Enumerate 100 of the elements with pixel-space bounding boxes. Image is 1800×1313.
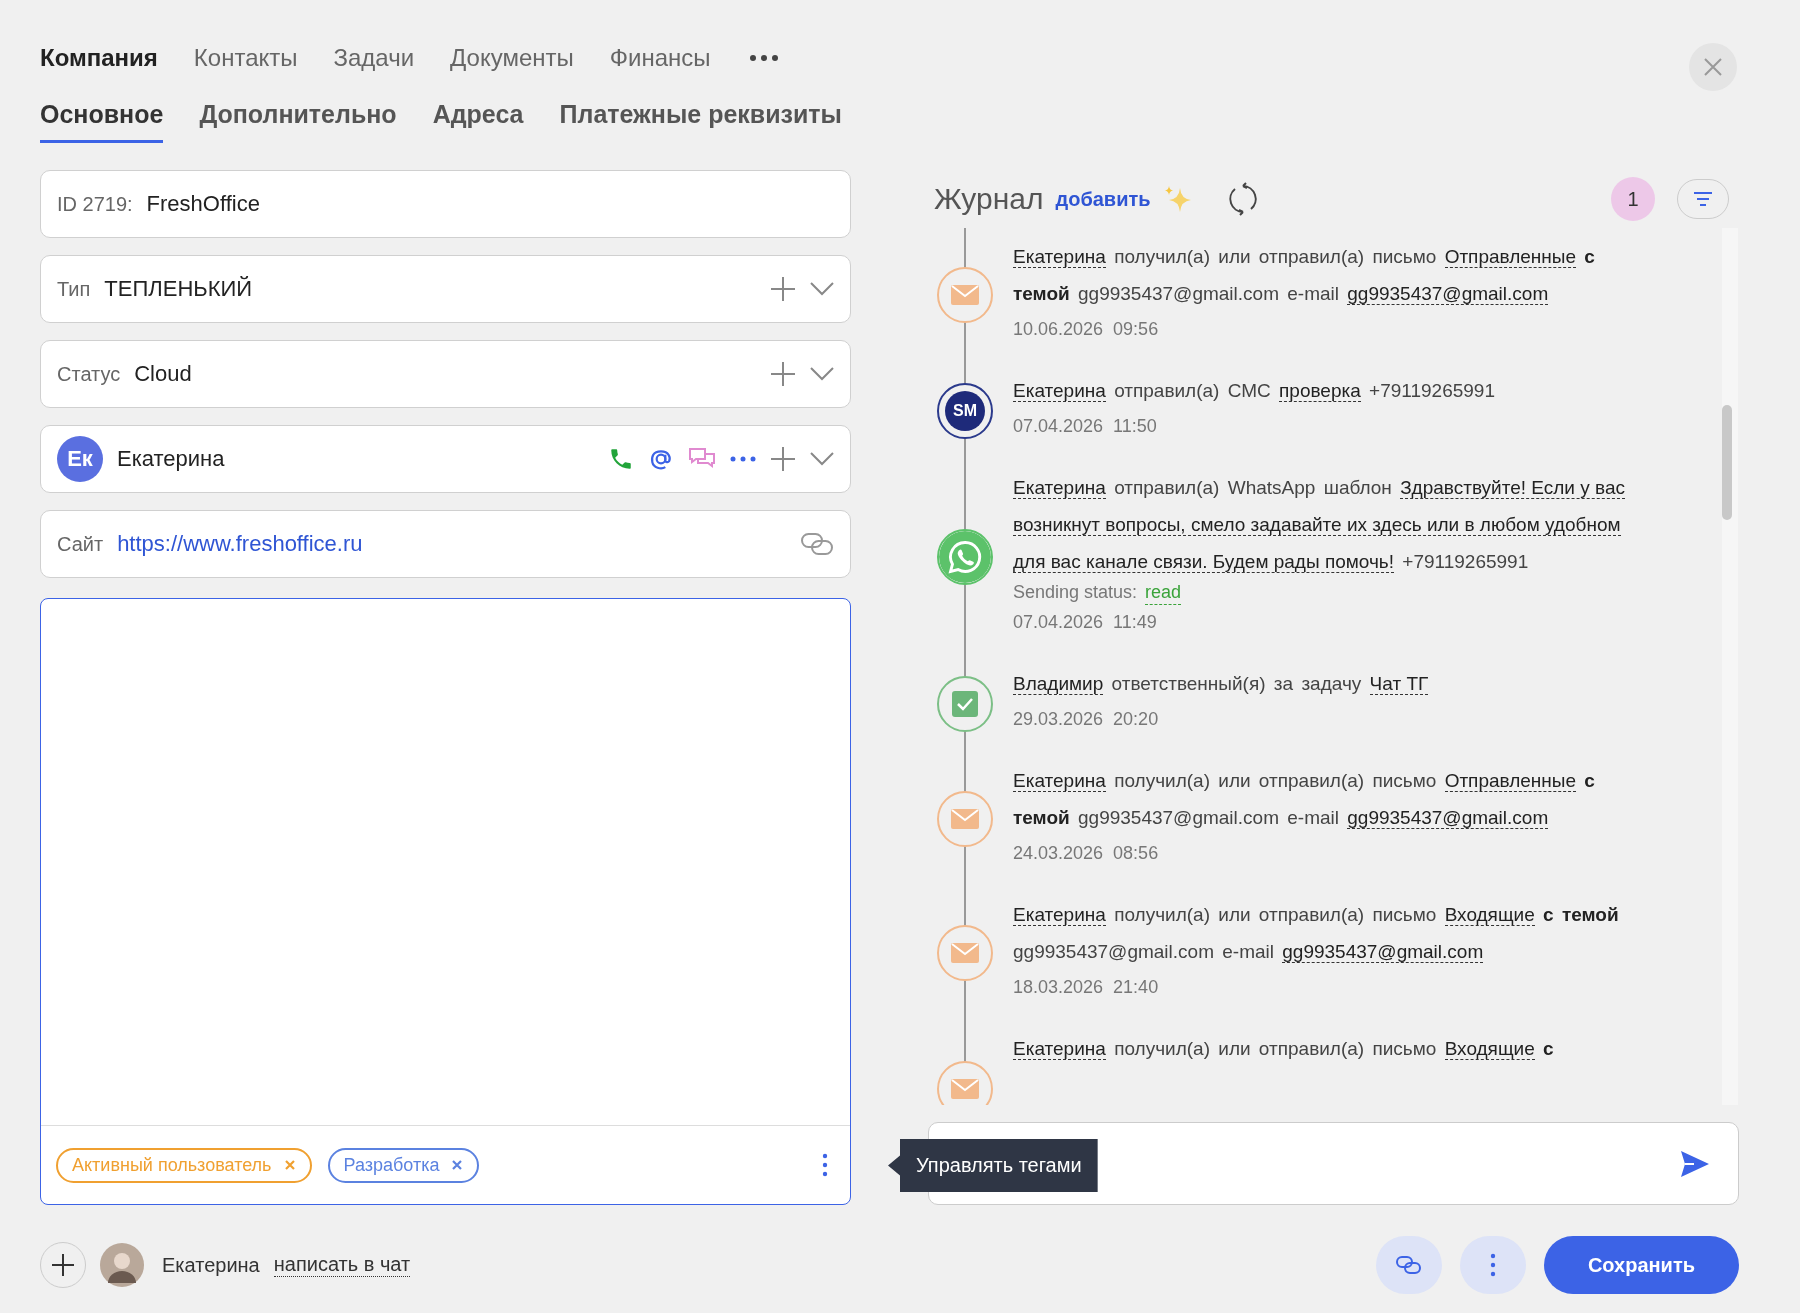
entry-time: 09:56 bbox=[1113, 318, 1159, 341]
field-label: Статус bbox=[57, 362, 121, 386]
entry-link[interactable]: gg9935437@gmail.com bbox=[1347, 807, 1549, 829]
field-value: FreshOffice bbox=[146, 191, 260, 217]
tag[interactable]: Разработка bbox=[327, 1147, 480, 1183]
close-button[interactable] bbox=[1689, 43, 1737, 91]
notes-box[interactable]: Активный пользователь Разработка bbox=[40, 598, 851, 1205]
close-icon bbox=[1702, 56, 1724, 78]
entry-text: Екатерина получил(а) или отправил(а) письмо Отправленные с темой gg9935437@gmail.com e-mail gg9935437@gmail.com bbox=[1013, 769, 1596, 831]
close-icon[interactable] bbox=[283, 1159, 296, 1171]
chevron-down-icon[interactable] bbox=[810, 282, 834, 296]
save-button[interactable]: Сохранить bbox=[1543, 1236, 1739, 1294]
entry-link[interactable]: Екатерина bbox=[1013, 477, 1106, 499]
count-badge: 1 bbox=[1611, 177, 1655, 221]
form-field[interactable]: ID 2719: FreshOffice bbox=[40, 170, 851, 238]
entry-link[interactable]: Владимир bbox=[1013, 673, 1104, 695]
top-tab[interactable]: Контакты bbox=[193, 44, 298, 72]
event-icon bbox=[937, 925, 993, 981]
form-field[interactable]: Тип ТЕПЛЕНЬКИЙ bbox=[40, 255, 851, 323]
filter-button[interactable] bbox=[1677, 179, 1729, 219]
event-icon bbox=[937, 675, 993, 732]
field-value: Cloud bbox=[134, 361, 192, 387]
add-button[interactable] bbox=[40, 1242, 86, 1288]
entry-link[interactable]: Отправленные bbox=[1444, 246, 1577, 268]
entry-text: Екатерина получил(а) или отправил(а) письмо Входящие с темой gg9935437@gmail.com e-mail gg9935437@gmail.com bbox=[1013, 903, 1620, 965]
avatar-initials: Ек bbox=[57, 436, 103, 482]
phone-icon[interactable] bbox=[608, 446, 634, 472]
kebab-icon[interactable] bbox=[822, 1153, 828, 1177]
entry-link[interactable]: gg9935437@gmail.com bbox=[1282, 941, 1484, 963]
entry-date: 29.03.2026 bbox=[1013, 708, 1104, 731]
entry-link[interactable]: Екатерина bbox=[1013, 380, 1106, 402]
entry-link[interactable]: Екатерина bbox=[1013, 246, 1106, 268]
entry-time: 21:40 bbox=[1113, 976, 1159, 999]
entry-link[interactable]: Екатерина bbox=[1013, 770, 1106, 792]
entry-link[interactable]: Входящие bbox=[1444, 904, 1535, 926]
top-tab[interactable]: Документы bbox=[450, 44, 574, 72]
form-field[interactable]: Ек Екатерина bbox=[40, 425, 851, 493]
sub-tab[interactable]: Дополнительно bbox=[199, 94, 397, 143]
plus-icon[interactable] bbox=[770, 361, 796, 387]
entry-link[interactable]: gg9935437@gmail.com bbox=[1347, 283, 1549, 305]
event-icon bbox=[937, 529, 993, 585]
plus-icon bbox=[51, 1253, 75, 1277]
entry-link[interactable]: Отправленные bbox=[1444, 770, 1577, 792]
entry-text: Владимир ответственный(я) за задачу Чат ТГ bbox=[1013, 672, 1430, 697]
field-label: Тип bbox=[57, 277, 91, 301]
entry-text: Екатерина получил(а) или отправил(а) письмо Входящие с bbox=[1013, 1037, 1555, 1062]
entry-link[interactable]: Екатерина bbox=[1013, 904, 1106, 926]
entry-time: 11:50 bbox=[1113, 415, 1157, 438]
chevron-down-icon[interactable] bbox=[810, 452, 834, 466]
event-icon bbox=[937, 791, 993, 847]
close-icon[interactable] bbox=[451, 1159, 464, 1171]
entry-link[interactable]: проверка bbox=[1279, 380, 1361, 402]
avatar-icon bbox=[100, 1243, 144, 1287]
field-label: Сайт bbox=[57, 532, 104, 556]
entry-text: Екатерина отправил(а) WhatsApp шаблон Здравствуйте! Если у вас возникнут вопросы, смело задавайте их здесь или в любом удобном для вас канале связи. Будем рады помочь! +79119265991 bbox=[1013, 476, 1626, 575]
top-tab[interactable]: Задачи bbox=[333, 44, 415, 72]
top-tab[interactable]: Компания bbox=[40, 44, 158, 72]
more-icon[interactable] bbox=[748, 54, 779, 62]
chat-link[interactable]: написать в чат bbox=[273, 1253, 411, 1277]
entry-link[interactable]: для вас канале связи. Будем рады помочь! bbox=[1013, 551, 1395, 573]
link-icon[interactable] bbox=[800, 531, 834, 557]
form-field[interactable]: Статус Cloud bbox=[40, 340, 851, 408]
entry-link[interactable]: Екатерина bbox=[1013, 1038, 1106, 1060]
tooltip: Управлять тегами bbox=[888, 1139, 1098, 1192]
entry-date: 07.04.2026 bbox=[1013, 611, 1104, 634]
sub-tab[interactable]: Платежные реквизиты bbox=[559, 94, 842, 143]
filter-icon bbox=[1693, 191, 1713, 207]
entry-date: 07.04.2026 bbox=[1013, 415, 1104, 438]
form-field[interactable]: Сайт https://www.freshoffice.ru bbox=[40, 510, 851, 578]
link-icon bbox=[1394, 1254, 1423, 1276]
entry-link[interactable]: Здравствуйте! Если у вас bbox=[1400, 477, 1625, 499]
top-tab[interactable]: Финансы bbox=[609, 44, 711, 72]
plus-icon[interactable] bbox=[770, 446, 796, 472]
user-name: Екатерина bbox=[162, 1253, 260, 1277]
chevron-down-icon[interactable] bbox=[810, 367, 834, 381]
event-icon bbox=[937, 267, 993, 323]
more-icon[interactable] bbox=[730, 456, 756, 462]
entry-time: 08:56 bbox=[1113, 842, 1159, 865]
entry-text: Екатерина отправил(а) СМС проверка +79119265991 bbox=[1013, 379, 1496, 404]
sub-tab[interactable]: Адреса bbox=[432, 94, 524, 143]
entry-link[interactable]: Входящие bbox=[1444, 1038, 1535, 1060]
plus-icon[interactable] bbox=[770, 276, 796, 302]
field-value: ТЕПЛЕНЬКИЙ bbox=[104, 276, 253, 302]
entry-text: Екатерина получил(а) или отправил(а) письмо Отправленные с темой gg9935437@gmail.com e-mail gg9935437@gmail.com bbox=[1013, 245, 1596, 307]
entry-link[interactable]: возникнут вопросы, смело задавайте их здесь или в любом удобном bbox=[1013, 514, 1621, 536]
field-value: Екатерина bbox=[117, 446, 225, 472]
sub-tab[interactable]: Основное bbox=[40, 94, 164, 143]
entry-time: 20:20 bbox=[1113, 708, 1159, 731]
send-icon[interactable] bbox=[1680, 1149, 1710, 1178]
field-label: ID 2719: bbox=[57, 192, 133, 216]
entry-link[interactable]: Чат ТГ bbox=[1369, 673, 1429, 695]
status-label: Sending status: bbox=[1013, 581, 1138, 604]
website-link[interactable]: https://www.freshoffice.ru bbox=[117, 531, 363, 557]
entry-date: 18.03.2026 bbox=[1013, 976, 1104, 999]
add-link[interactable]: добавить bbox=[1055, 187, 1151, 211]
entry-date: 10.06.2026 bbox=[1013, 318, 1104, 341]
scrollbar[interactable] bbox=[1722, 228, 1738, 1105]
entry-date: 24.03.2026 bbox=[1013, 842, 1104, 865]
event-icon: SM bbox=[937, 382, 993, 439]
entry-time: 11:49 bbox=[1113, 611, 1157, 634]
